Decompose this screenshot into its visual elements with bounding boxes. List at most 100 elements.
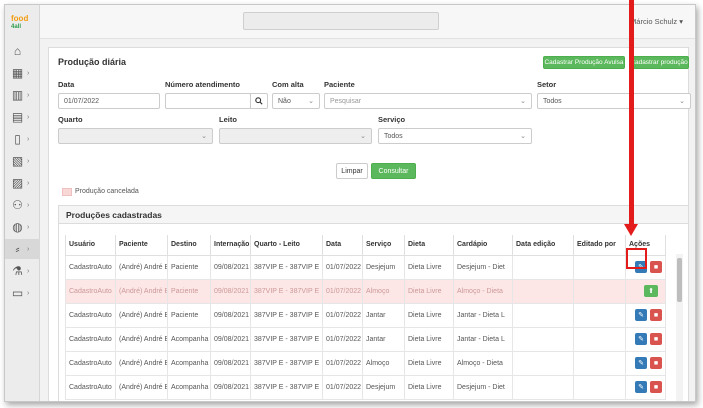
table-header: Usuário Paciente Destino Internação Quarto -… — [65, 235, 666, 256]
cell-paciente: (André) André B — [115, 254, 168, 280]
chevron-right-icon: › — [27, 201, 30, 209]
alta-label: Com alta — [272, 80, 304, 89]
delete-button[interactable]: ■ — [650, 357, 662, 369]
servico-label: Serviço — [378, 115, 406, 124]
chevron-down-icon: ⌄ — [520, 98, 526, 105]
cell-cardapio: Almoço - Dieta — [453, 278, 513, 304]
cell-cardapio: Jantar - Dieta L — [453, 302, 513, 328]
servico-select[interactable]: Todos ⌄ — [378, 128, 532, 144]
scrollbar-thumb[interactable] — [677, 258, 682, 302]
column-header[interactable]: Cardápio — [453, 235, 513, 256]
sidebar-item-clipboard[interactable]: ▯ › — [11, 129, 37, 149]
sidebar-item-truck[interactable]: ▭ › — [11, 283, 37, 303]
annotation-arrow-shaft — [629, 0, 634, 226]
cell-actions: ✎ ■ — [625, 374, 666, 400]
add-avulsa-button[interactable]: Cadastrar Produção Avulsa — [543, 56, 625, 69]
clear-button[interactable]: Limpar — [336, 163, 368, 179]
column-header[interactable]: Internação — [210, 235, 251, 256]
cell-servico: Jantar — [362, 326, 405, 352]
cell-servico: Desjejum — [362, 374, 405, 400]
paciente-select[interactable]: Pesquisar ⌄ — [324, 93, 532, 109]
paciente-placeholder: Pesquisar — [330, 97, 362, 105]
user-menu[interactable]: Márcio Schulz ▾ — [630, 17, 683, 26]
cell-data-edicao — [512, 278, 574, 304]
column-header[interactable]: Data edição — [512, 235, 574, 256]
add-producao-button[interactable]: Cadastrar produção — [629, 56, 689, 69]
column-header[interactable]: Destino — [167, 235, 211, 256]
search-icon — [255, 97, 263, 105]
cell-quarto: 387VIP E - 387VIP E — [250, 326, 323, 352]
main-content: Produção diária Cadastrar Produção Avuls… — [48, 47, 691, 401]
restore-icon: ⬆ — [648, 288, 654, 295]
page-title: Produção diária — [58, 57, 127, 67]
sidebar-item-calendar[interactable]: ▤ › — [11, 107, 37, 127]
date-field[interactable]: 01/07/2022 — [58, 93, 160, 109]
chevron-down-icon: ⌄ — [201, 133, 207, 140]
column-header[interactable]: Quarto - Leito — [250, 235, 323, 256]
column-header[interactable]: Usuário — [65, 235, 116, 256]
sidebar-item-grid[interactable]: ▦ › — [11, 63, 37, 83]
sidebar-item-cart[interactable]: ▧ › — [11, 151, 37, 171]
data-label: Data — [58, 80, 75, 89]
edit-button[interactable]: ✎ — [635, 357, 647, 369]
alta-select-value: Não — [278, 97, 291, 105]
table-row: CadastroAuto (André) André B Acompanha 09/0… — [65, 326, 666, 352]
column-header[interactable]: Dieta — [404, 235, 454, 256]
edit-button[interactable]: ✎ — [635, 381, 647, 393]
cell-internacao: 09/08/2021 — [210, 326, 251, 352]
column-header[interactable]: Editado por — [573, 235, 626, 256]
cell-internacao: 09/08/2021 — [210, 302, 251, 328]
sidebar-item-utensils[interactable]: ⸗ › — [5, 239, 40, 259]
sidebar-item-people[interactable]: ⚇ › — [11, 195, 37, 215]
chevron-right-icon: › — [27, 223, 30, 231]
delete-button[interactable]: ■ — [650, 333, 662, 345]
chevron-down-icon: ⌄ — [520, 133, 526, 140]
cancelled-legend-swatch — [62, 188, 72, 196]
column-header[interactable]: Data — [322, 235, 363, 256]
quarto-select[interactable]: ⌄ — [58, 128, 213, 144]
sidebar-item-building[interactable]: ▥ › — [11, 85, 37, 105]
cell-quarto: 387VIP E - 387VIP E — [250, 350, 323, 376]
chevron-right-icon: › — [27, 267, 30, 275]
delete-button[interactable]: ■ — [650, 381, 662, 393]
cell-paciente: (André) André B — [115, 326, 168, 352]
leito-select[interactable]: ⌄ — [219, 128, 372, 144]
alta-select[interactable]: Não ⌄ — [272, 93, 320, 109]
global-search-input[interactable] — [243, 12, 439, 30]
cell-usuario: CadastroAuto — [65, 302, 116, 328]
cell-paciente: (André) André B — [115, 350, 168, 376]
pencil-icon: ✎ — [638, 384, 644, 391]
topbar: Márcio Schulz ▾ — [40, 5, 695, 39]
setor-select[interactable]: Todos ⌄ — [537, 93, 691, 109]
delete-button[interactable]: ■ — [650, 261, 662, 273]
column-header[interactable]: Paciente — [115, 235, 168, 256]
table-row: CadastroAuto (André) André B Acompanha 09/0… — [65, 374, 666, 400]
sidebar: food 4all ⌂ ▦ › ▥ › ▤ › ▯ › ▧ › ▨ › ⚇ › ◍ › ⸗ › ⚗ › ▭ › — [5, 5, 40, 401]
restore-button[interactable]: ⬆ — [644, 285, 658, 297]
cell-servico: Jantar — [362, 302, 405, 328]
cell-editado-por — [573, 302, 626, 328]
sidebar-item-home[interactable]: ⌂ — [11, 41, 37, 61]
edit-button[interactable]: ✎ — [635, 333, 647, 345]
cell-quarto: 387VIP E - 387VIP E — [250, 254, 323, 280]
cell-servico: Almoço — [362, 350, 405, 376]
sidebar-item-flask[interactable]: ⚗ › — [11, 261, 37, 281]
cell-actions: ✎ ■ — [625, 326, 666, 352]
atendimento-search-button[interactable] — [250, 93, 268, 109]
sidebar-item-dish[interactable]: ◍ › — [11, 217, 37, 237]
cell-dieta: Dieta Livre — [404, 254, 454, 280]
delete-button[interactable]: ■ — [650, 309, 662, 321]
cell-quarto: 387VIP E - 387VIP E — [250, 374, 323, 400]
people-icon: ⚇ — [12, 198, 23, 212]
sidebar-item-box[interactable]: ▨ › — [11, 173, 37, 193]
consult-button[interactable]: Consultar — [371, 163, 416, 179]
edit-button[interactable]: ✎ — [635, 309, 647, 321]
cell-data: 01/07/2022 — [322, 326, 363, 352]
trash-icon: ■ — [653, 311, 659, 319]
cell-destino: Acompanha — [167, 350, 211, 376]
column-header[interactable]: Serviço — [362, 235, 405, 256]
cell-servico: Desjejum — [362, 254, 405, 280]
cell-data: 01/07/2022 — [322, 374, 363, 400]
cell-editado-por — [573, 374, 626, 400]
atendimento-input[interactable] — [165, 93, 251, 109]
